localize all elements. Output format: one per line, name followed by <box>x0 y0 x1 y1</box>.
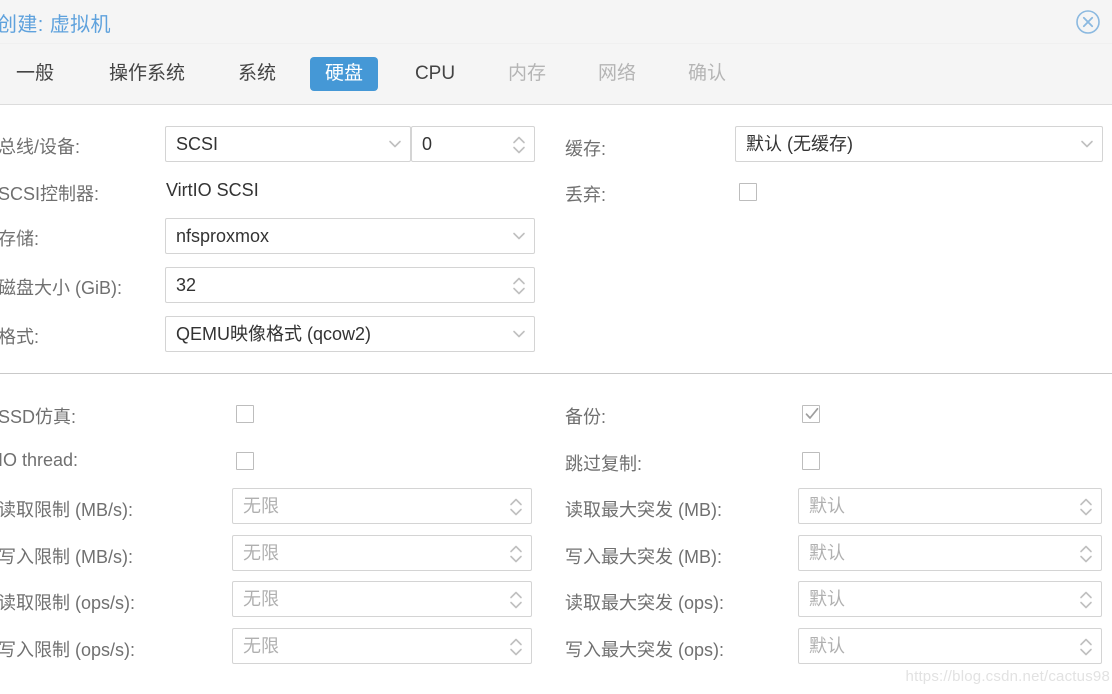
spinner-stepper-icon[interactable] <box>512 274 526 298</box>
row-input-text-5: 默认 <box>809 635 845 656</box>
discard-label: 丢弃: <box>565 185 607 205</box>
device-number-input[interactable]: 0 <box>411 126 535 162</box>
tab-5: 内存 <box>507 63 546 84</box>
tab-3[interactable]: 硬盘 <box>310 57 378 91</box>
cache-label: 缓存: <box>565 139 607 159</box>
chevron-down-icon <box>513 232 525 240</box>
format-select[interactable]: QEMU映像格式 (qcow2) <box>165 316 535 352</box>
row-checkbox-1[interactable] <box>802 451 820 470</box>
storage-select-value: nfsproxmox <box>176 226 270 246</box>
disk-settings-form: 总线/设备: SCSI 0 SCSI控制器: VirtIO SCSI 存储: n… <box>0 105 1112 694</box>
disk-size-value: 32 <box>176 275 197 295</box>
row-label-3: 写入最大突发 (MB): <box>565 546 722 567</box>
row-checkbox-1[interactable] <box>236 451 254 470</box>
row-label-2: 读取限制 (MB/s): <box>0 500 133 520</box>
section-divider <box>0 373 1112 374</box>
row-checkbox-0[interactable] <box>236 405 254 423</box>
discard-checkbox[interactable] <box>739 183 757 201</box>
create-vm-dialog: 创建: 虚拟机 一般 操作系统 系统 硬盘 CPU 内存 网络 确认 总线/设备: SCSI … <box>0 0 1112 694</box>
row-spinner-input-4[interactable]: 默认 <box>798 581 1102 617</box>
row-input-text-3: 无限 <box>243 542 279 563</box>
row-input-text-4: 无限 <box>243 589 279 609</box>
row-checkbox-0[interactable] <box>802 405 820 423</box>
row-spinner-input-2[interactable]: 无限 <box>232 488 532 524</box>
spinner-stepper-icon[interactable] <box>509 495 523 519</box>
spinner-stepper-icon[interactable] <box>1079 495 1093 519</box>
row-input-text-2: 无限 <box>243 496 279 516</box>
dialog-title-bar: 创建: 虚拟机 <box>0 0 1112 44</box>
row-label-0: 备份: <box>565 407 607 427</box>
spinner-stepper-icon[interactable] <box>509 588 523 612</box>
row-label-5: 写入限制 (ops/s): <box>0 639 136 660</box>
row-label-5: 写入最大突发 (ops): <box>565 639 725 660</box>
row-input-text-4: 默认 <box>809 589 845 609</box>
format-select-value: QEMU映像格式 (qcow2) <box>176 324 372 344</box>
tab-2[interactable]: 系统 <box>222 57 292 91</box>
row-spinner-input-3[interactable]: 无限 <box>232 534 532 571</box>
page-title: 创建: 虚拟机 <box>0 14 111 36</box>
bus-select[interactable]: SCSI <box>165 126 411 162</box>
disk-size-input[interactable]: 32 <box>165 267 535 303</box>
tab-1[interactable]: 操作系统 <box>92 57 202 91</box>
tab-7: 确认 <box>687 63 726 84</box>
row-input-text-5: 无限 <box>243 635 279 656</box>
row-label-1: 跳过复制: <box>565 453 643 474</box>
wizard-tab-bar: 一般 操作系统 系统 硬盘 CPU 内存 网络 确认 <box>0 44 1112 105</box>
row-spinner-input-3[interactable]: 默认 <box>798 534 1102 571</box>
chevron-down-icon <box>389 140 401 148</box>
tab-0[interactable]: 一般 <box>0 57 70 91</box>
row-spinner-input-5[interactable]: 无限 <box>232 627 532 664</box>
row-input-text-2: 默认 <box>809 496 845 516</box>
storage-select[interactable]: nfsproxmox <box>165 218 535 254</box>
spinner-stepper-icon[interactable] <box>1079 635 1093 659</box>
storage-label: 存储: <box>0 229 40 249</box>
row-label-4: 读取限制 (ops/s): <box>0 593 136 613</box>
scsi-controller-label: SCSI控制器: <box>0 184 100 204</box>
row-input-text-3: 默认 <box>809 542 845 563</box>
watermark-text: https://blog.csdn.net/cactus98 <box>905 668 1110 685</box>
row-label-2: 读取最大突发 (MB): <box>565 500 722 520</box>
row-label-1: IO thread: <box>0 449 79 470</box>
tab-6: 网络 <box>597 63 636 84</box>
check-mark-icon <box>805 407 819 419</box>
row-spinner-input-4[interactable]: 无限 <box>232 581 532 617</box>
scsi-controller-value: VirtIO SCSI <box>166 180 259 200</box>
disk-size-label: 磁盘大小 (GiB): <box>0 278 122 298</box>
tab-4[interactable]: CPU <box>400 57 470 91</box>
spinner-stepper-icon[interactable] <box>512 133 526 157</box>
row-label-0: SSD仿真: <box>0 407 77 427</box>
chevron-down-icon <box>1081 140 1093 148</box>
bus-select-value: SCSI <box>176 134 219 154</box>
row-label-4: 读取最大突发 (ops): <box>565 593 725 613</box>
bus-device-label: 总线/设备: <box>0 137 81 157</box>
format-label: 格式: <box>0 327 40 347</box>
row-spinner-input-2[interactable]: 默认 <box>798 488 1102 524</box>
cache-select-value: 默认 (无缓存) <box>746 134 853 154</box>
row-spinner-input-5[interactable]: 默认 <box>798 627 1102 664</box>
spinner-stepper-icon[interactable] <box>509 635 523 659</box>
spinner-stepper-icon[interactable] <box>1079 588 1093 612</box>
chevron-down-icon <box>513 330 525 338</box>
close-icon[interactable] <box>1072 6 1104 38</box>
spinner-stepper-icon[interactable] <box>509 542 523 566</box>
device-number-value: 0 <box>422 134 433 154</box>
row-label-3: 写入限制 (MB/s): <box>0 546 133 567</box>
spinner-stepper-icon[interactable] <box>1079 542 1093 566</box>
cache-select[interactable]: 默认 (无缓存) <box>735 126 1103 162</box>
